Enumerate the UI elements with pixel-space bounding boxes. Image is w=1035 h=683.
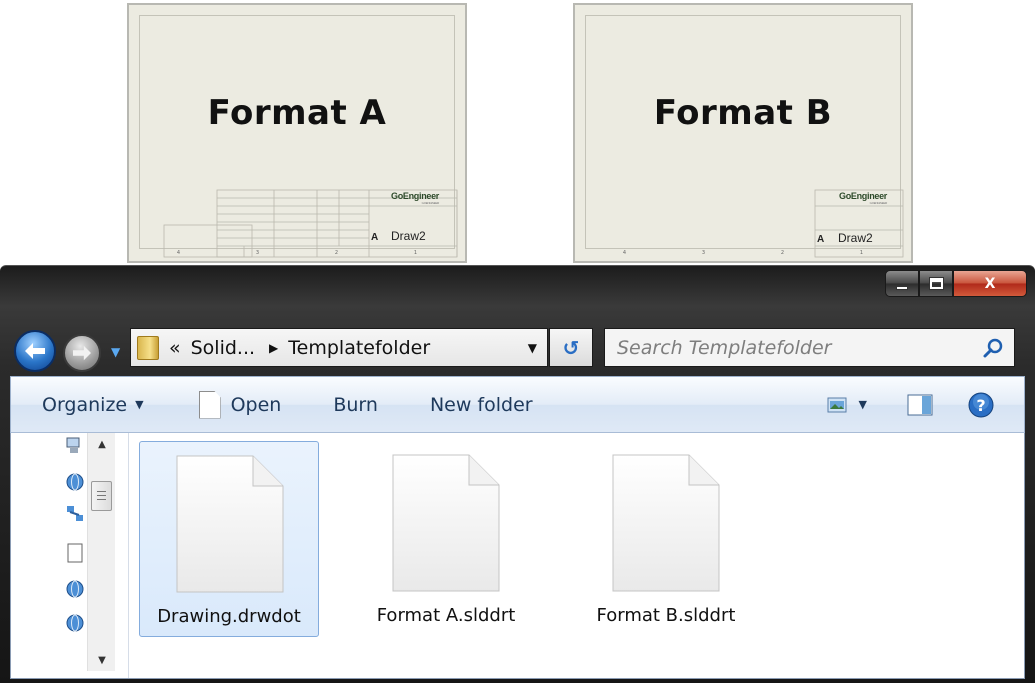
- chevron-down-icon: ▼: [135, 398, 143, 411]
- document-icon: [199, 391, 221, 419]
- network-icon[interactable]: [65, 504, 85, 524]
- help-icon[interactable]: ?: [968, 392, 994, 418]
- format-a-preview: Format A GoEngineerGOENGINEER A Draw2 43…: [127, 3, 467, 263]
- minimize-icon: [896, 286, 908, 290]
- folder-icon: [137, 336, 159, 360]
- navigation-bar: ▼ « Solid... ▶ Templatefolder ▼ ↺: [0, 328, 1035, 368]
- close-button[interactable]: X: [953, 270, 1027, 297]
- breadcrumb-item[interactable]: Solid...: [191, 337, 255, 359]
- preview-pane-icon[interactable]: [907, 394, 933, 416]
- drawing-name: Draw2: [838, 231, 873, 245]
- organize-menu[interactable]: Organize ▼: [42, 377, 144, 432]
- search-box[interactable]: [604, 328, 1015, 367]
- goengineer-logo: GoEngineerGOENGINEER: [839, 191, 887, 205]
- new-folder-button[interactable]: New folder: [430, 377, 533, 432]
- refresh-button[interactable]: ↺: [549, 328, 593, 367]
- refresh-icon: ↺: [563, 336, 580, 360]
- file-view: ▲ ▼ Drawing.drwdot: [10, 433, 1025, 679]
- navigation-pane: ▲ ▼: [11, 433, 129, 678]
- file-item[interactable]: Format A.slddrt: [356, 441, 536, 637]
- search-input[interactable]: [617, 337, 967, 359]
- close-icon: X: [985, 276, 996, 292]
- generic-file-icon: [175, 454, 285, 594]
- generic-file-icon: [611, 453, 721, 593]
- format-b-preview: Format B GoEngineerGOENGINEER A Draw2 43…: [573, 3, 913, 263]
- back-button[interactable]: [14, 330, 56, 372]
- minimize-button[interactable]: [885, 270, 919, 297]
- sheet-size-letter: A: [371, 232, 378, 243]
- title-block-lines: [129, 5, 469, 265]
- breadcrumb-separator-icon[interactable]: ▶: [269, 341, 278, 355]
- explorer-window: X ▼ « Solid... ▶ Templatefolder ▼: [0, 265, 1035, 683]
- file-name: Drawing.drwdot: [140, 606, 318, 627]
- blank-document-icon[interactable]: [65, 543, 85, 563]
- address-bar[interactable]: « Solid... ▶ Templatefolder ▼: [130, 328, 548, 367]
- views-dropdown-icon[interactable]: ▼: [859, 398, 867, 411]
- maximize-button[interactable]: [919, 270, 953, 297]
- breadcrumb-item[interactable]: Templatefolder: [288, 337, 430, 359]
- command-bar: Organize ▼ Open Burn New folder ▼: [10, 376, 1025, 433]
- recent-pages-dropdown[interactable]: ▼: [111, 345, 120, 359]
- generic-file-icon: [391, 453, 501, 593]
- computer-icon[interactable]: [65, 436, 85, 456]
- new-folder-label: New folder: [430, 394, 533, 416]
- burn-button[interactable]: Burn: [333, 377, 378, 432]
- back-arrow-icon: [23, 341, 47, 361]
- network-drive-icon[interactable]: [65, 579, 85, 599]
- organize-label: Organize: [42, 394, 127, 416]
- view-controls: ▼ ?: [827, 377, 1024, 432]
- address-dropdown-icon[interactable]: ▼: [528, 341, 537, 355]
- drawing-name: Draw2: [391, 229, 426, 243]
- maximize-icon: [930, 278, 943, 289]
- scroll-up-icon[interactable]: ▲: [88, 433, 116, 455]
- scroll-thumb[interactable]: [91, 481, 112, 511]
- svg-text:?: ?: [976, 396, 985, 415]
- file-name: Format A.slddrt: [356, 605, 536, 626]
- caption-buttons: X: [885, 270, 1027, 297]
- file-name: Format B.slddrt: [576, 605, 756, 626]
- navigation-scrollbar[interactable]: ▲ ▼: [87, 433, 115, 671]
- file-item[interactable]: Format B.slddrt: [576, 441, 756, 637]
- zone-numbers: 4321: [585, 250, 901, 259]
- goengineer-logo: GoEngineerGOENGINEER: [391, 191, 439, 205]
- forward-arrow-icon: [71, 344, 93, 362]
- views-icon[interactable]: [827, 397, 847, 413]
- file-item[interactable]: Drawing.drwdot: [139, 441, 319, 637]
- open-label: Open: [231, 394, 282, 416]
- scroll-down-icon[interactable]: ▼: [88, 649, 116, 671]
- network-drive-icon[interactable]: [65, 613, 85, 633]
- forward-button[interactable]: [63, 334, 101, 372]
- zone-numbers: 4321: [139, 250, 455, 259]
- sheet-size-letter: A: [817, 234, 824, 245]
- burn-label: Burn: [333, 394, 378, 416]
- network-drive-icon[interactable]: [65, 472, 85, 492]
- title-block-lines: [575, 5, 915, 265]
- open-button[interactable]: Open: [199, 377, 282, 432]
- search-icon[interactable]: [982, 337, 1004, 359]
- breadcrumb-overflow[interactable]: «: [169, 337, 181, 359]
